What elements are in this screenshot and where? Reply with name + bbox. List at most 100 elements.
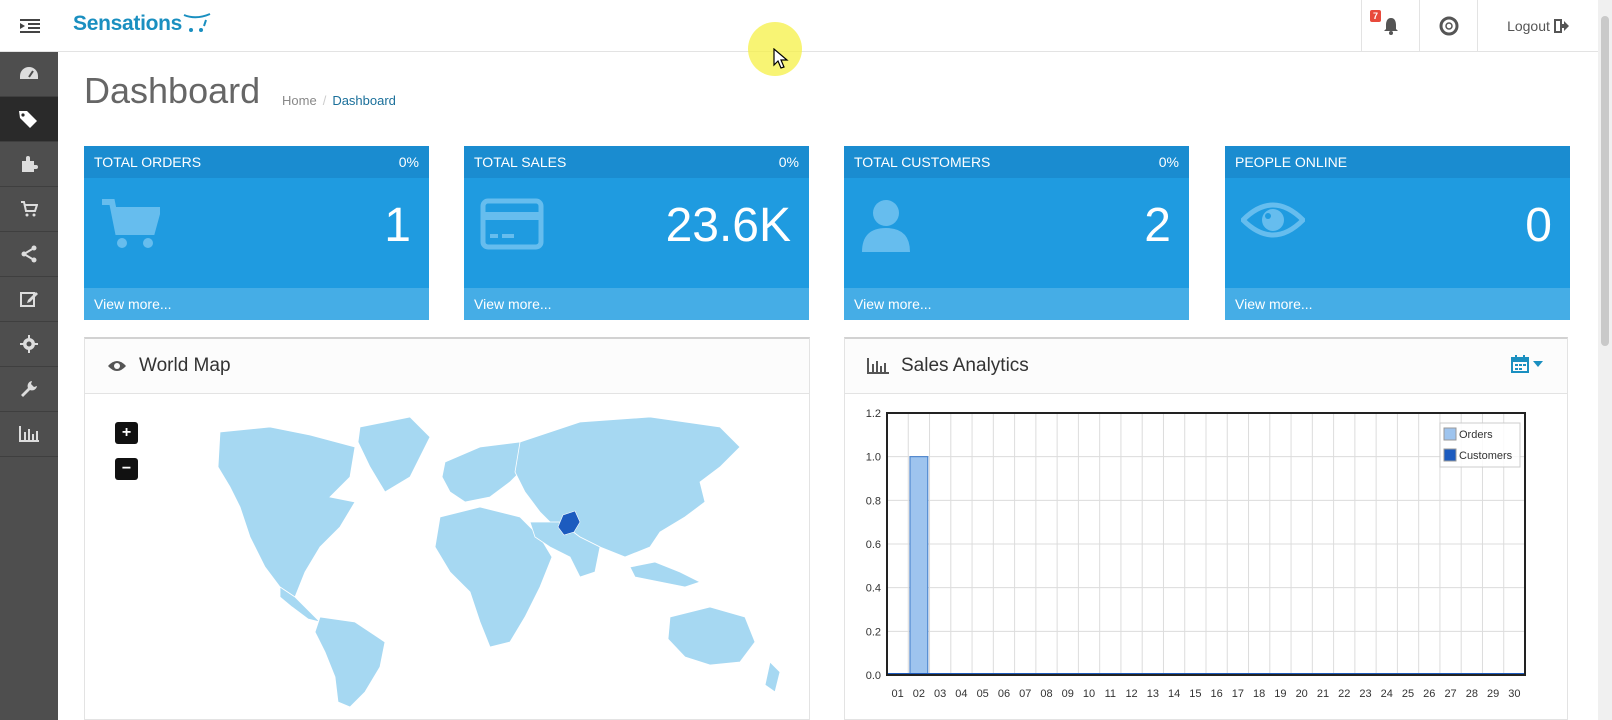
y-tick-label: 1.2: [866, 408, 881, 420]
view-more-link[interactable]: View more...: [854, 296, 932, 312]
x-tick-label: 21: [1317, 688, 1329, 700]
x-tick-label: 10: [1083, 688, 1095, 700]
x-tick-label: 29: [1487, 688, 1499, 700]
x-tick-label: 17: [1232, 688, 1244, 700]
y-tick-label: 1.0: [866, 452, 881, 464]
x-tick-label: 24: [1381, 688, 1393, 700]
map-central-america: [279, 586, 322, 623]
panel-title: World Map: [139, 355, 231, 376]
cart-icon: [21, 201, 38, 217]
x-tick-label: 18: [1253, 688, 1265, 700]
notifications-button[interactable]: 7: [1361, 0, 1419, 52]
wrench-icon: [21, 381, 37, 397]
help-button[interactable]: [1419, 0, 1477, 52]
zoom-in-button[interactable]: +: [115, 422, 138, 444]
legend-swatch: [1443, 427, 1457, 441]
tile-title: PEOPLE ONLINE: [1235, 154, 1348, 170]
tile-total-sales: TOTAL SALES 0% 23.6K View more...: [464, 146, 809, 320]
x-tick-label: 20: [1296, 688, 1308, 700]
x-tick-label: 14: [1168, 688, 1180, 700]
map-southeast-asia: [629, 561, 702, 588]
logout-label: Logout: [1507, 18, 1550, 34]
x-tick-label: 03: [934, 688, 946, 700]
top-navbar: Sensations 7 Logout: [0, 0, 1612, 52]
sidebar-item-extensions[interactable]: [0, 142, 58, 187]
bell-icon: [1383, 18, 1398, 35]
x-tick-label: 30: [1508, 688, 1520, 700]
map-europe: [441, 441, 526, 503]
bar-chart-icon: [867, 358, 889, 374]
sidebar-item-design[interactable]: [0, 277, 58, 322]
menu-toggle-button[interactable]: [0, 0, 60, 52]
x-tick-label: 16: [1211, 688, 1223, 700]
life-ring-icon: [1439, 16, 1458, 36]
x-tick-label: 12: [1125, 688, 1137, 700]
breadcrumb-separator: /: [322, 93, 327, 108]
map-australia: [667, 606, 756, 666]
sidebar-item-catalog[interactable]: [0, 97, 58, 142]
x-tick-label: 23: [1359, 688, 1371, 700]
map-greenland: [357, 416, 431, 493]
tile-percent: 0%: [778, 154, 799, 170]
menu-indent-icon: [20, 19, 40, 33]
map-new-zealand: [764, 661, 781, 693]
map-north-america: [217, 426, 356, 598]
credit-card-icon: [480, 198, 544, 250]
logout-button[interactable]: Logout: [1477, 0, 1598, 52]
date-range-dropdown[interactable]: [1511, 355, 1543, 373]
share-icon: [21, 245, 37, 263]
legend-label: Customers: [1459, 450, 1513, 462]
sidebar-item-tools[interactable]: [0, 367, 58, 412]
sidebar-item-dashboard[interactable]: [0, 52, 58, 97]
x-tick-label: 25: [1402, 688, 1414, 700]
zoom-out-button[interactable]: −: [115, 458, 138, 480]
tile-title: TOTAL CUSTOMERS: [854, 154, 991, 170]
puzzle-icon: [22, 156, 38, 172]
page-scrollbar[interactable]: [1598, 0, 1612, 720]
sidebar-item-reports[interactable]: [0, 412, 58, 457]
notification-badge: 7: [1370, 10, 1382, 22]
tags-icon: [19, 111, 37, 128]
sales-chart: 0.0 0.2 0.4 0.6 0.8 1.0 1.2 01 02 03 04 05 06 07 08 09 1…: [866, 408, 1526, 700]
x-tick-label: 02: [913, 688, 925, 700]
view-more-link[interactable]: View more...: [1235, 296, 1313, 312]
x-tick-label: 04: [955, 688, 967, 700]
view-more-link[interactable]: View more...: [474, 296, 552, 312]
bar-chart-icon: [19, 426, 39, 442]
x-tick-label: 22: [1338, 688, 1350, 700]
y-tick-label: 0.6: [866, 539, 881, 551]
cart-icon: [102, 199, 160, 248]
y-tick-label: 0.0: [866, 670, 881, 682]
tile-title: TOTAL SALES: [474, 154, 567, 170]
x-tick-label: 28: [1466, 688, 1478, 700]
tile-people-online: PEOPLE ONLINE 0 View more...: [1225, 146, 1570, 320]
tile-value: 23.6K: [665, 199, 791, 252]
x-tick-label: 27: [1444, 688, 1456, 700]
x-tick-label: 09: [1062, 688, 1074, 700]
x-tick-label: 15: [1189, 688, 1201, 700]
tile-total-orders: TOTAL ORDERS 0% 1 View more...: [84, 146, 429, 320]
breadcrumb-home[interactable]: Home: [282, 93, 317, 108]
logo-cart-icon: [183, 13, 211, 32]
edit-icon: [20, 292, 38, 307]
sidebar-item-system[interactable]: [0, 322, 58, 367]
view-more-link[interactable]: View more...: [94, 296, 172, 312]
world-map-panel: World Map + −: [84, 337, 810, 720]
brand-logo[interactable]: Sensations: [73, 12, 182, 36]
sidebar-item-marketing[interactable]: [0, 232, 58, 277]
breadcrumb-current[interactable]: Dashboard: [332, 93, 396, 108]
breadcrumb: Home / Dashboard: [282, 93, 396, 108]
map-south-america: [314, 616, 386, 707]
calendar-icon: [1511, 355, 1529, 373]
mouse-cursor-icon: [773, 48, 789, 69]
world-map[interactable]: [180, 407, 800, 707]
y-tick-label: 0.8: [866, 495, 881, 507]
eye-icon: [108, 361, 126, 371]
sidebar: [0, 52, 58, 720]
x-tick-label: 19: [1274, 688, 1286, 700]
sales-analytics-panel: Sales Analytics 0.0 0.2 0.4 0.6 0.8 1.0 1.2 01 0…: [844, 337, 1568, 720]
y-tick-label: 0.4: [866, 583, 881, 595]
sidebar-item-sales[interactable]: [0, 187, 58, 232]
tile-value: 2: [1144, 199, 1171, 252]
scrollbar-thumb[interactable]: [1601, 16, 1609, 346]
